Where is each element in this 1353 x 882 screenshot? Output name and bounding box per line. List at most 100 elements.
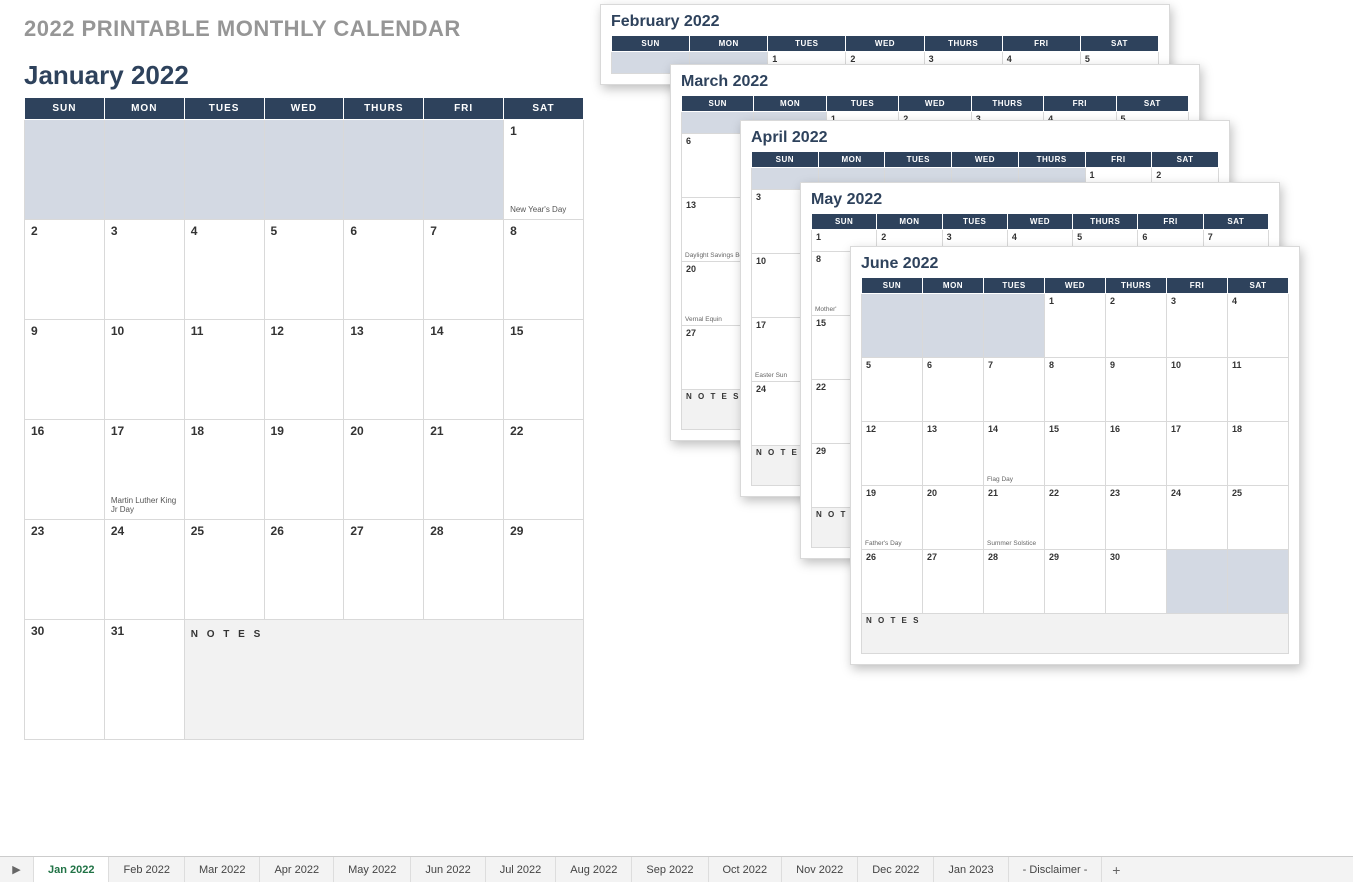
calendar-cell[interactable]: 23 xyxy=(1106,486,1167,550)
calendar-cell[interactable]: 4 xyxy=(184,220,264,320)
calendar-cell[interactable] xyxy=(1167,550,1228,614)
sheet-tab[interactable]: Jun 2022 xyxy=(411,857,485,882)
day-header: MON xyxy=(818,152,885,168)
day-header: TUES xyxy=(885,152,952,168)
calendar-cell[interactable]: 2 xyxy=(25,220,105,320)
calendar-cell[interactable]: 12 xyxy=(862,422,923,486)
sheet-tab[interactable]: Sep 2022 xyxy=(632,857,708,882)
calendar-cell[interactable]: 15 xyxy=(1045,422,1106,486)
calendar-cell[interactable]: 6 xyxy=(923,358,984,422)
sheet-tab[interactable]: Jul 2022 xyxy=(486,857,557,882)
calendar-cell[interactable]: 3 xyxy=(1167,294,1228,358)
calendar-cell[interactable]: 4 xyxy=(1228,294,1289,358)
calendar-cell[interactable] xyxy=(25,120,105,220)
calendar-cell[interactable]: 10 xyxy=(104,320,184,420)
sheet-tab[interactable]: Feb 2022 xyxy=(109,857,184,882)
calendar-cell[interactable]: 20 xyxy=(344,420,424,520)
sheet-tab[interactable]: Jan 2022 xyxy=(34,857,109,882)
calendar-cell[interactable]: 2 xyxy=(1106,294,1167,358)
calendar-cell[interactable] xyxy=(264,120,344,220)
calendar-cell[interactable]: 30 xyxy=(25,620,105,740)
calendar-cell[interactable]: 22 xyxy=(1045,486,1106,550)
sheet-tab[interactable]: Dec 2022 xyxy=(858,857,934,882)
calendar-cell[interactable]: 11 xyxy=(1228,358,1289,422)
calendar-cell[interactable]: 25 xyxy=(184,520,264,620)
calendar-cell[interactable]: 7 xyxy=(984,358,1045,422)
calendar-cell[interactable] xyxy=(1228,550,1289,614)
day-header: FRI xyxy=(1044,96,1116,112)
calendar-cell[interactable]: 8 xyxy=(1045,358,1106,422)
calendar-cell[interactable]: 11 xyxy=(184,320,264,420)
calendar-cell[interactable] xyxy=(344,120,424,220)
day-header: MON xyxy=(754,96,826,112)
calendar-cell[interactable] xyxy=(424,120,504,220)
calendar-cell[interactable]: 29 xyxy=(1045,550,1106,614)
sheet-tab[interactable]: Apr 2022 xyxy=(260,857,334,882)
calendar-cell[interactable] xyxy=(862,294,923,358)
calendar-cell[interactable]: 1 xyxy=(1045,294,1106,358)
calendar-cell[interactable]: 9 xyxy=(25,320,105,420)
calendar-cell[interactable]: 9 xyxy=(1106,358,1167,422)
day-header: SUN xyxy=(612,36,690,52)
calendar-cell[interactable]: 25 xyxy=(1228,486,1289,550)
sheet-tab[interactable]: Aug 2022 xyxy=(556,857,632,882)
calendar-cell[interactable]: 22 xyxy=(504,420,584,520)
add-sheet-button[interactable]: + xyxy=(1102,857,1130,882)
sheet-tab[interactable]: Oct 2022 xyxy=(709,857,783,882)
calendar-cell[interactable]: 23 xyxy=(25,520,105,620)
notes-area[interactable]: N O T E S xyxy=(184,620,583,740)
calendar-cell[interactable]: 16 xyxy=(1106,422,1167,486)
calendar-cell[interactable] xyxy=(104,120,184,220)
sheet-tab[interactable]: Jan 2023 xyxy=(934,857,1008,882)
sheet-tab[interactable]: - Disclaimer - xyxy=(1009,857,1103,882)
calendar-cell[interactable]: 30 xyxy=(1106,550,1167,614)
calendar-cell[interactable]: 21Summer Solstice xyxy=(984,486,1045,550)
sheet-tab[interactable]: Mar 2022 xyxy=(185,857,260,882)
calendar-cell[interactable]: 16 xyxy=(25,420,105,520)
calendar-cell[interactable]: 13 xyxy=(344,320,424,420)
calendar-cell[interactable]: 13 xyxy=(923,422,984,486)
calendar-cell[interactable]: 19Father's Day xyxy=(862,486,923,550)
day-header: MON xyxy=(877,214,942,230)
calendar-cell[interactable] xyxy=(923,294,984,358)
day-header: SAT xyxy=(1228,278,1289,294)
calendar-cell[interactable]: 18 xyxy=(184,420,264,520)
calendar-cell[interactable]: 27 xyxy=(923,550,984,614)
calendar-cell[interactable]: 5 xyxy=(862,358,923,422)
notes-area[interactable]: N O T E S xyxy=(862,614,1289,654)
calendar-cell[interactable]: 10 xyxy=(1167,358,1228,422)
sheet-tab[interactable]: Nov 2022 xyxy=(782,857,858,882)
calendar-cell[interactable]: 29 xyxy=(504,520,584,620)
calendar-cell[interactable]: 5 xyxy=(264,220,344,320)
calendar-cell[interactable]: 1New Year's Day xyxy=(504,120,584,220)
calendar-cell[interactable]: 24 xyxy=(1167,486,1228,550)
calendar-cell[interactable] xyxy=(184,120,264,220)
calendar-cell[interactable]: 15 xyxy=(504,320,584,420)
calendar-cell[interactable]: 26 xyxy=(264,520,344,620)
calendar-cell[interactable]: 31 xyxy=(104,620,184,740)
day-header: WED xyxy=(264,98,344,120)
calendar-cell[interactable]: 17Martin Luther King Jr Day xyxy=(104,420,184,520)
calendar-cell[interactable]: 7 xyxy=(424,220,504,320)
calendar-grid: SUNMONTUESWEDTHURSFRISAT 1New Year's Day… xyxy=(24,97,584,740)
calendar-cell[interactable]: 17 xyxy=(1167,422,1228,486)
calendar-cell[interactable] xyxy=(984,294,1045,358)
sheet-tab[interactable]: May 2022 xyxy=(334,857,411,882)
calendar-cell[interactable]: 19 xyxy=(264,420,344,520)
calendar-cell[interactable]: 21 xyxy=(424,420,504,520)
calendar-cell[interactable]: 20 xyxy=(923,486,984,550)
calendar-cell[interactable]: 26 xyxy=(862,550,923,614)
calendar-cell[interactable]: 18 xyxy=(1228,422,1289,486)
calendar-cell[interactable]: 24 xyxy=(104,520,184,620)
calendar-cell[interactable]: 14Flag Day xyxy=(984,422,1045,486)
calendar-cell[interactable]: 8 xyxy=(504,220,584,320)
tab-scroll-icon[interactable]: ▶ xyxy=(0,857,34,882)
calendar-cell[interactable]: 27 xyxy=(344,520,424,620)
calendar-cell[interactable]: 3 xyxy=(104,220,184,320)
sheet-tabs: ▶ Jan 2022Feb 2022Mar 2022Apr 2022May 20… xyxy=(0,856,1353,882)
calendar-cell[interactable]: 6 xyxy=(344,220,424,320)
calendar-cell[interactable]: 14 xyxy=(424,320,504,420)
calendar-cell[interactable]: 12 xyxy=(264,320,344,420)
calendar-cell[interactable]: 28 xyxy=(984,550,1045,614)
calendar-cell[interactable]: 28 xyxy=(424,520,504,620)
